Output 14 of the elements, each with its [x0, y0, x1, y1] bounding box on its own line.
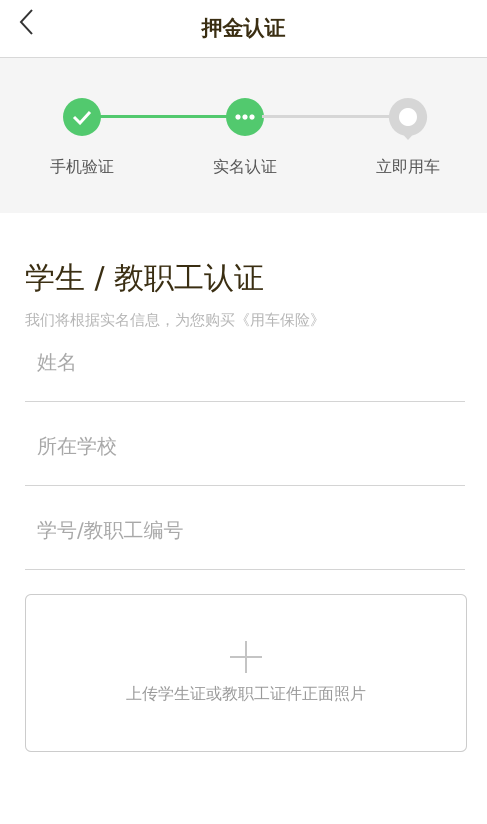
page-title: 押金认证 [202, 14, 286, 42]
back-button[interactable] [18, 8, 34, 36]
step-label: 手机验证 [50, 156, 114, 178]
input-field[interactable]: 所在学校 [25, 430, 465, 484]
input-field[interactable]: 姓名 [25, 346, 465, 400]
step-label: 实名认证 [213, 156, 277, 178]
input-field[interactable]: 学号/教职工编号 [25, 514, 465, 568]
form-title: 学生 / 教职工认证 [25, 261, 266, 297]
form-subtitle: 我们将根据实名信息，为您购买《用车保险》 [25, 310, 326, 331]
back-icon [18, 8, 34, 36]
upload-label: 上传学生证或教职工证件正面照片 [126, 682, 366, 704]
plus-icon [229, 640, 263, 674]
upload-area[interactable]: 上传学生证或教职工证件正面照片 [25, 594, 467, 752]
step-label: 立即用车 [376, 156, 440, 178]
